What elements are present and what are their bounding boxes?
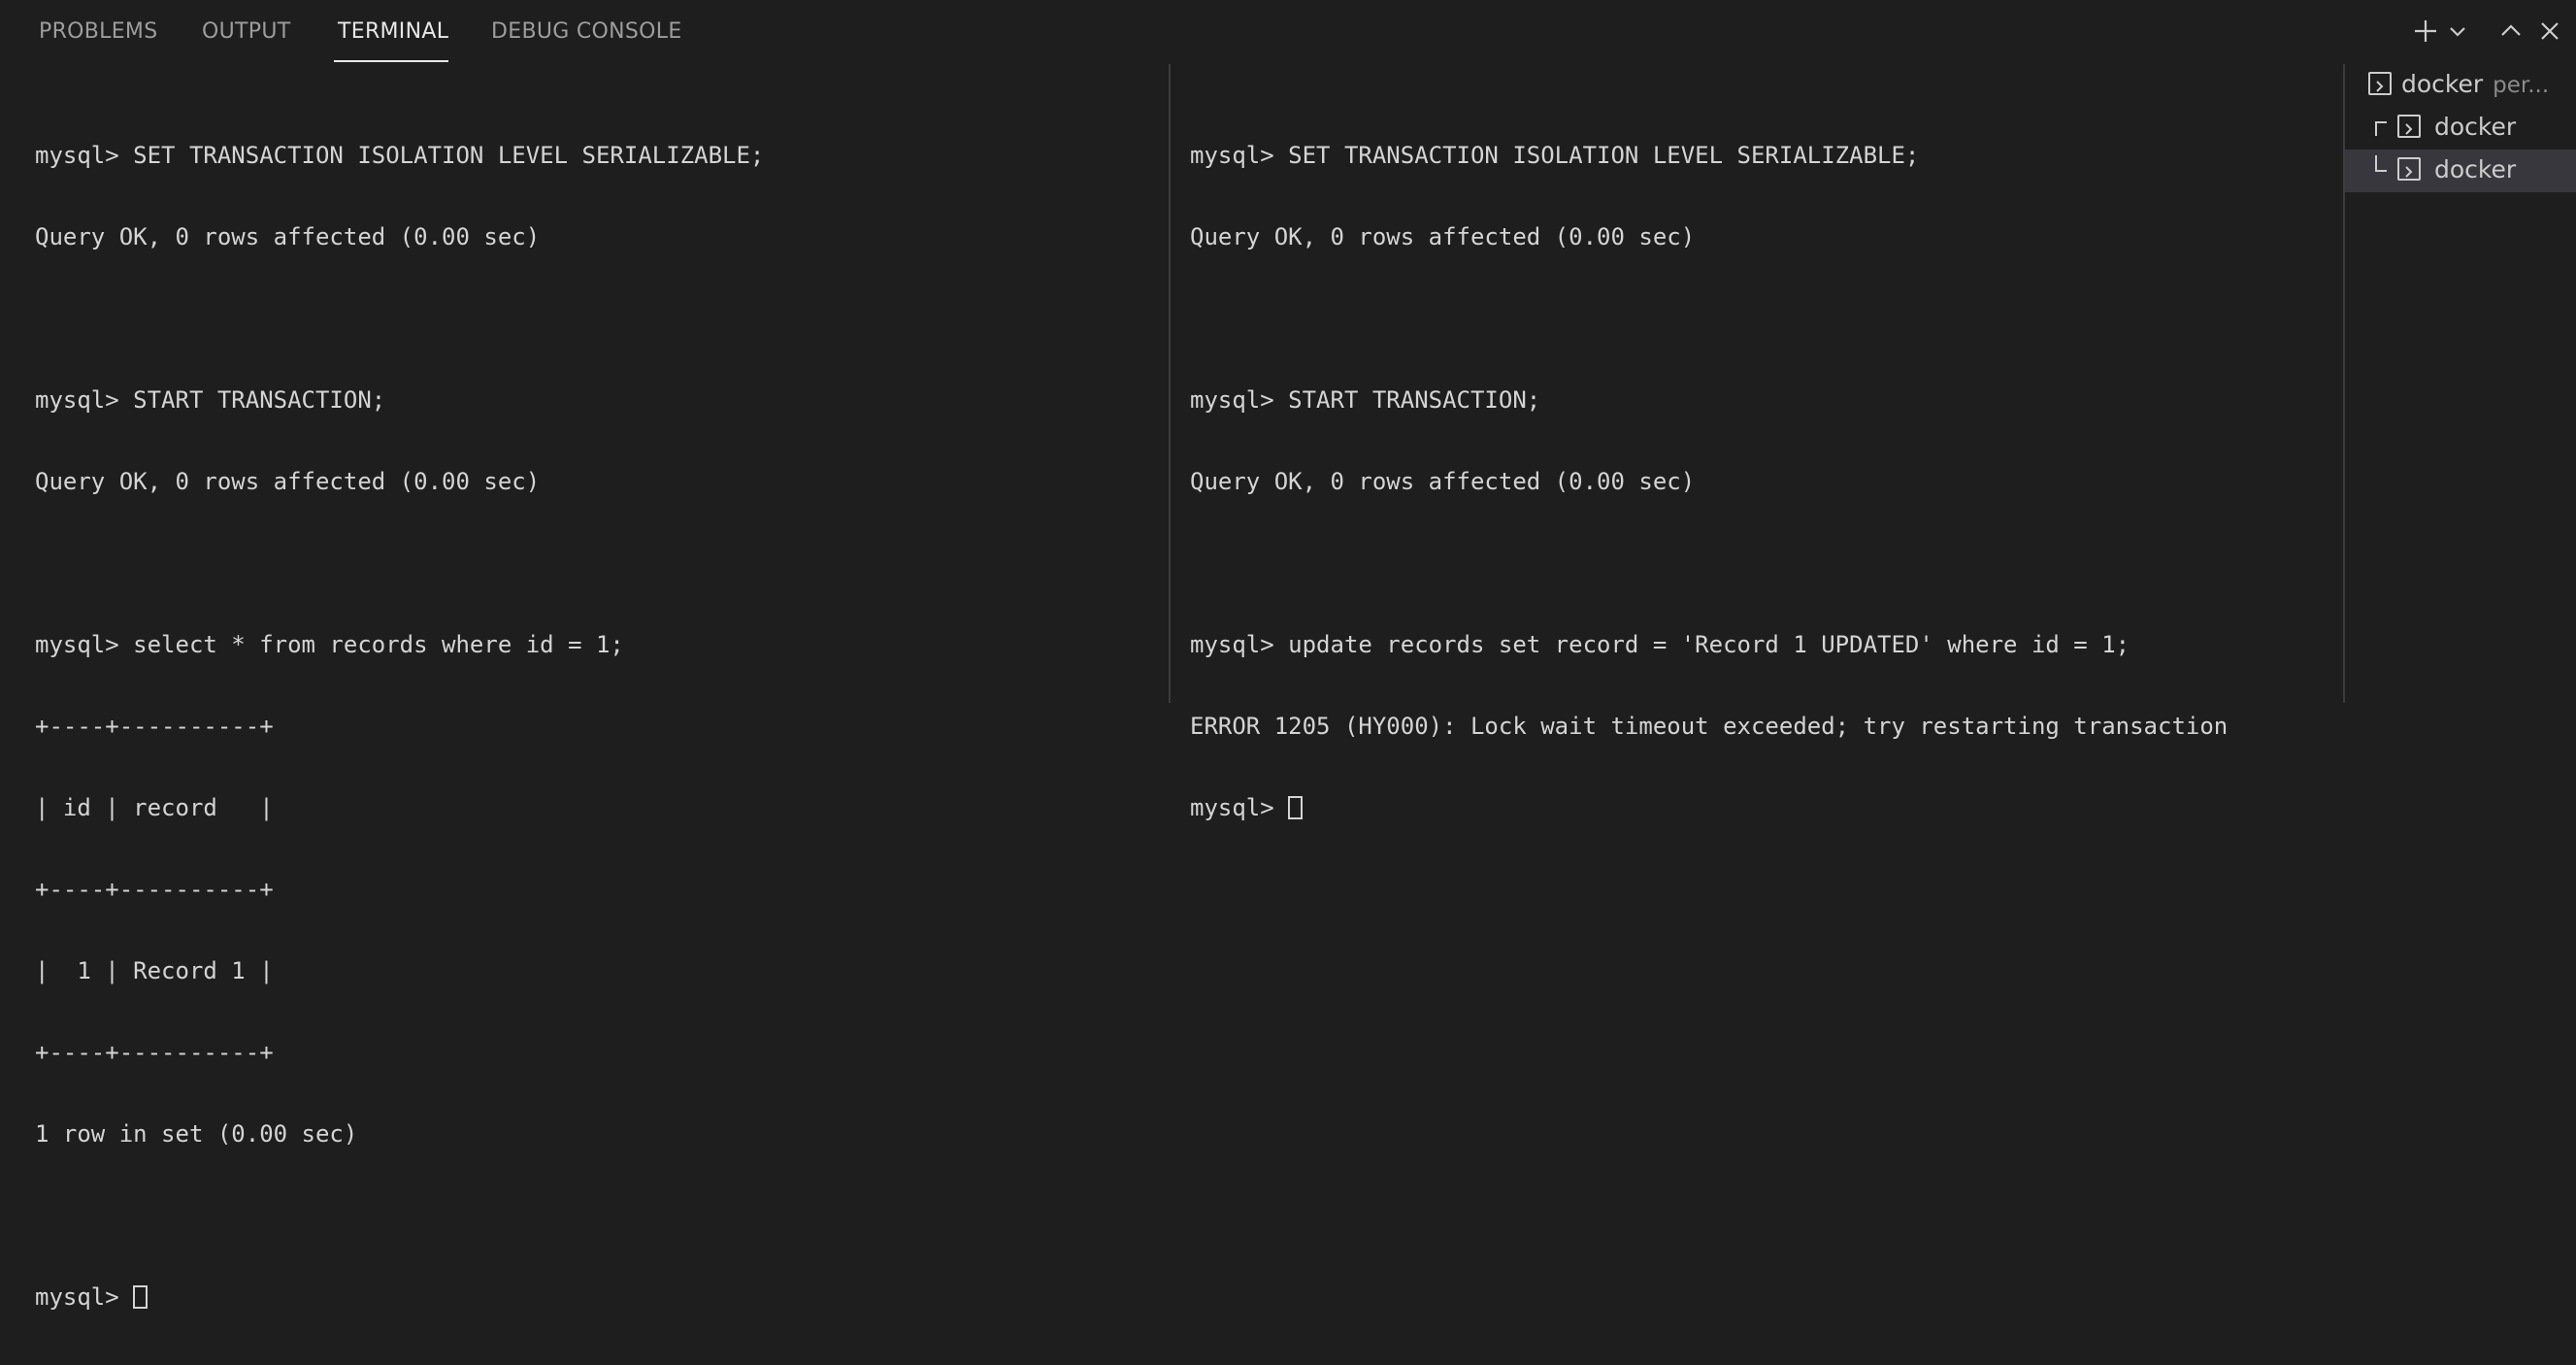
terminal-line: Query OK, 0 rows affected (0.00 sec) (1190, 223, 1696, 250)
terminal-pane-left[interactable]: mysql> SET TRANSACTION ISOLATION LEVEL S… (0, 64, 1169, 1311)
terminal-line: mysql> SET TRANSACTION ISOLATION LEVEL S… (1190, 142, 1920, 169)
terminal-line: mysql> select * from records where id = … (35, 631, 624, 658)
terminal-name: docker (2434, 155, 2517, 183)
terminal-line: mysql> update records set record = 'Reco… (1190, 631, 2130, 658)
chevron-up-icon (2501, 24, 2521, 36)
terminal-output-left: mysql> SET TRANSACTION ISOLATION LEVEL S… (35, 87, 764, 1365)
terminal-list-item[interactable]: docker (2345, 150, 2576, 192)
terminal-line: mysql> START TRANSACTION; (35, 386, 386, 414)
panel-tab-bar: PROBLEMS OUTPUT TERMINAL DEBUG CONSOLE (0, 0, 2576, 64)
terminal-line: Query OK, 0 rows affected (0.00 sec) (35, 468, 541, 495)
terminal-line: Query OK, 0 rows affected (0.00 sec) (35, 223, 541, 250)
active-tab-indicator (334, 60, 448, 62)
tab-problems[interactable]: PROBLEMS (39, 19, 157, 44)
tab-output[interactable]: OUTPUT (202, 19, 290, 44)
terminal-line: mysql> START TRANSACTION; (1190, 386, 1541, 414)
terminal-line: | id | record | (35, 794, 274, 821)
terminal-prompt-line[interactable]: mysql> (35, 1283, 764, 1311)
terminal-line: Query OK, 0 rows affected (0.00 sec) (1190, 468, 1696, 495)
terminal-line: +----+----------+ (35, 876, 274, 903)
close-panel-button[interactable] (2533, 14, 2566, 49)
terminal-icon (2368, 72, 2392, 95)
terminal-line: +----+----------+ (35, 713, 274, 740)
terminal-prompt: mysql> (35, 1283, 134, 1311)
terminal-prompt: mysql> (1190, 794, 1289, 821)
terminal-prompt-line[interactable]: mysql> (1190, 794, 2228, 821)
terminal-icon (2397, 115, 2421, 138)
terminal-list: docker per... docker docker (2345, 64, 2576, 703)
terminal-list-item[interactable]: docker (2345, 107, 2576, 150)
new-terminal-button[interactable] (2409, 14, 2442, 49)
tree-end-icon (2375, 155, 2387, 172)
tab-terminal[interactable]: TERMINAL (338, 19, 448, 44)
close-icon (2541, 22, 2559, 40)
terminal-line: | 1 | Record 1 | (35, 957, 274, 984)
chevron-down-icon (2450, 27, 2465, 37)
tree-branch-icon (2375, 121, 2387, 136)
maximize-panel-button[interactable] (2494, 14, 2527, 49)
terminal-line: +----+----------+ (35, 1039, 274, 1066)
terminal-icon (2397, 157, 2421, 181)
terminal-output-right: mysql> SET TRANSACTION ISOLATION LEVEL S… (1190, 87, 2228, 876)
plus-icon (2415, 20, 2436, 42)
terminal-line: mysql> SET TRANSACTION ISOLATION LEVEL S… (35, 142, 765, 169)
terminal-list-item[interactable]: docker per... (2345, 64, 2576, 107)
terminal-cursor (133, 1285, 149, 1309)
terminal-name: docker (2434, 113, 2517, 141)
launch-profile-button[interactable] (2446, 14, 2469, 49)
terminal-cursor (1288, 796, 1304, 819)
tab-debug-console[interactable]: DEBUG CONSOLE (491, 19, 682, 44)
terminal-line: 1 row in set (0.00 sec) (35, 1120, 358, 1148)
terminal-line: ERROR 1205 (HY000): Lock wait timeout ex… (1190, 713, 2229, 740)
terminal-description: per... (2493, 73, 2550, 98)
terminal-name: docker (2401, 70, 2484, 98)
terminal-pane-right[interactable]: mysql> SET TRANSACTION ISOLATION LEVEL S… (1171, 64, 2343, 821)
